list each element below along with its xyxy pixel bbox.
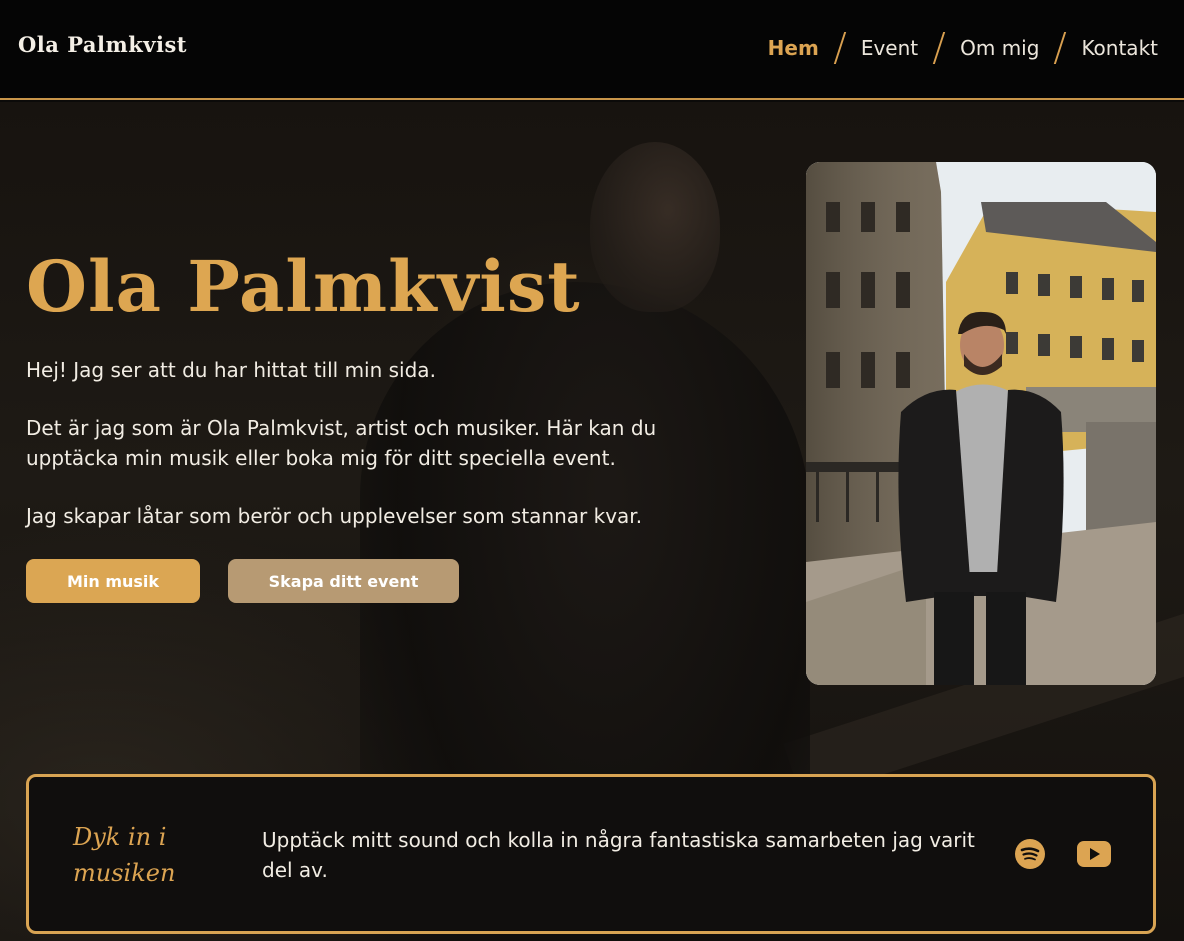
hero-description-text: Det är jag som är Ola Palmkvist, artist …: [26, 416, 657, 470]
site-logo[interactable]: Ola Palmkvist: [18, 32, 187, 57]
artist-photo: [806, 162, 1156, 685]
spotify-icon: [1015, 839, 1045, 869]
nav-item-kontakt[interactable]: Kontakt: [1081, 30, 1158, 66]
youtube-icon: [1077, 841, 1111, 867]
min-musik-button[interactable]: Min musik: [26, 559, 200, 603]
skapa-event-button[interactable]: Skapa ditt event: [228, 559, 459, 603]
main-nav: Hem Event Om mig Kontakt: [768, 30, 1158, 66]
nav-separator: [833, 32, 847, 64]
youtube-link[interactable]: [1077, 837, 1111, 871]
hero-intro-text: Hej! Jag ser att du har hittat till min …: [26, 358, 436, 382]
nav-item-hem[interactable]: Hem: [768, 30, 819, 66]
nav-separator: [1054, 32, 1067, 64]
nav-item-om-mig[interactable]: Om mig: [960, 30, 1039, 66]
nav-separator: [932, 32, 946, 64]
music-heading: Dyk in i musiken: [73, 823, 176, 887]
nav-item-event[interactable]: Event: [861, 30, 918, 66]
hero-background-figure-head: [590, 142, 720, 312]
hero-title: Ola Palmkvist: [26, 245, 581, 328]
music-description: Upptäck mitt sound och kolla in några fa…: [262, 828, 975, 882]
site-header: Ola Palmkvist Hem Event Om mig Kontakt: [0, 0, 1184, 100]
hero-tagline-text: Jag skapar låtar som berör och upplevels…: [26, 504, 643, 528]
music-card: Dyk in i musiken Upptäck mitt sound och …: [26, 774, 1156, 934]
spotify-link[interactable]: [1013, 837, 1047, 871]
